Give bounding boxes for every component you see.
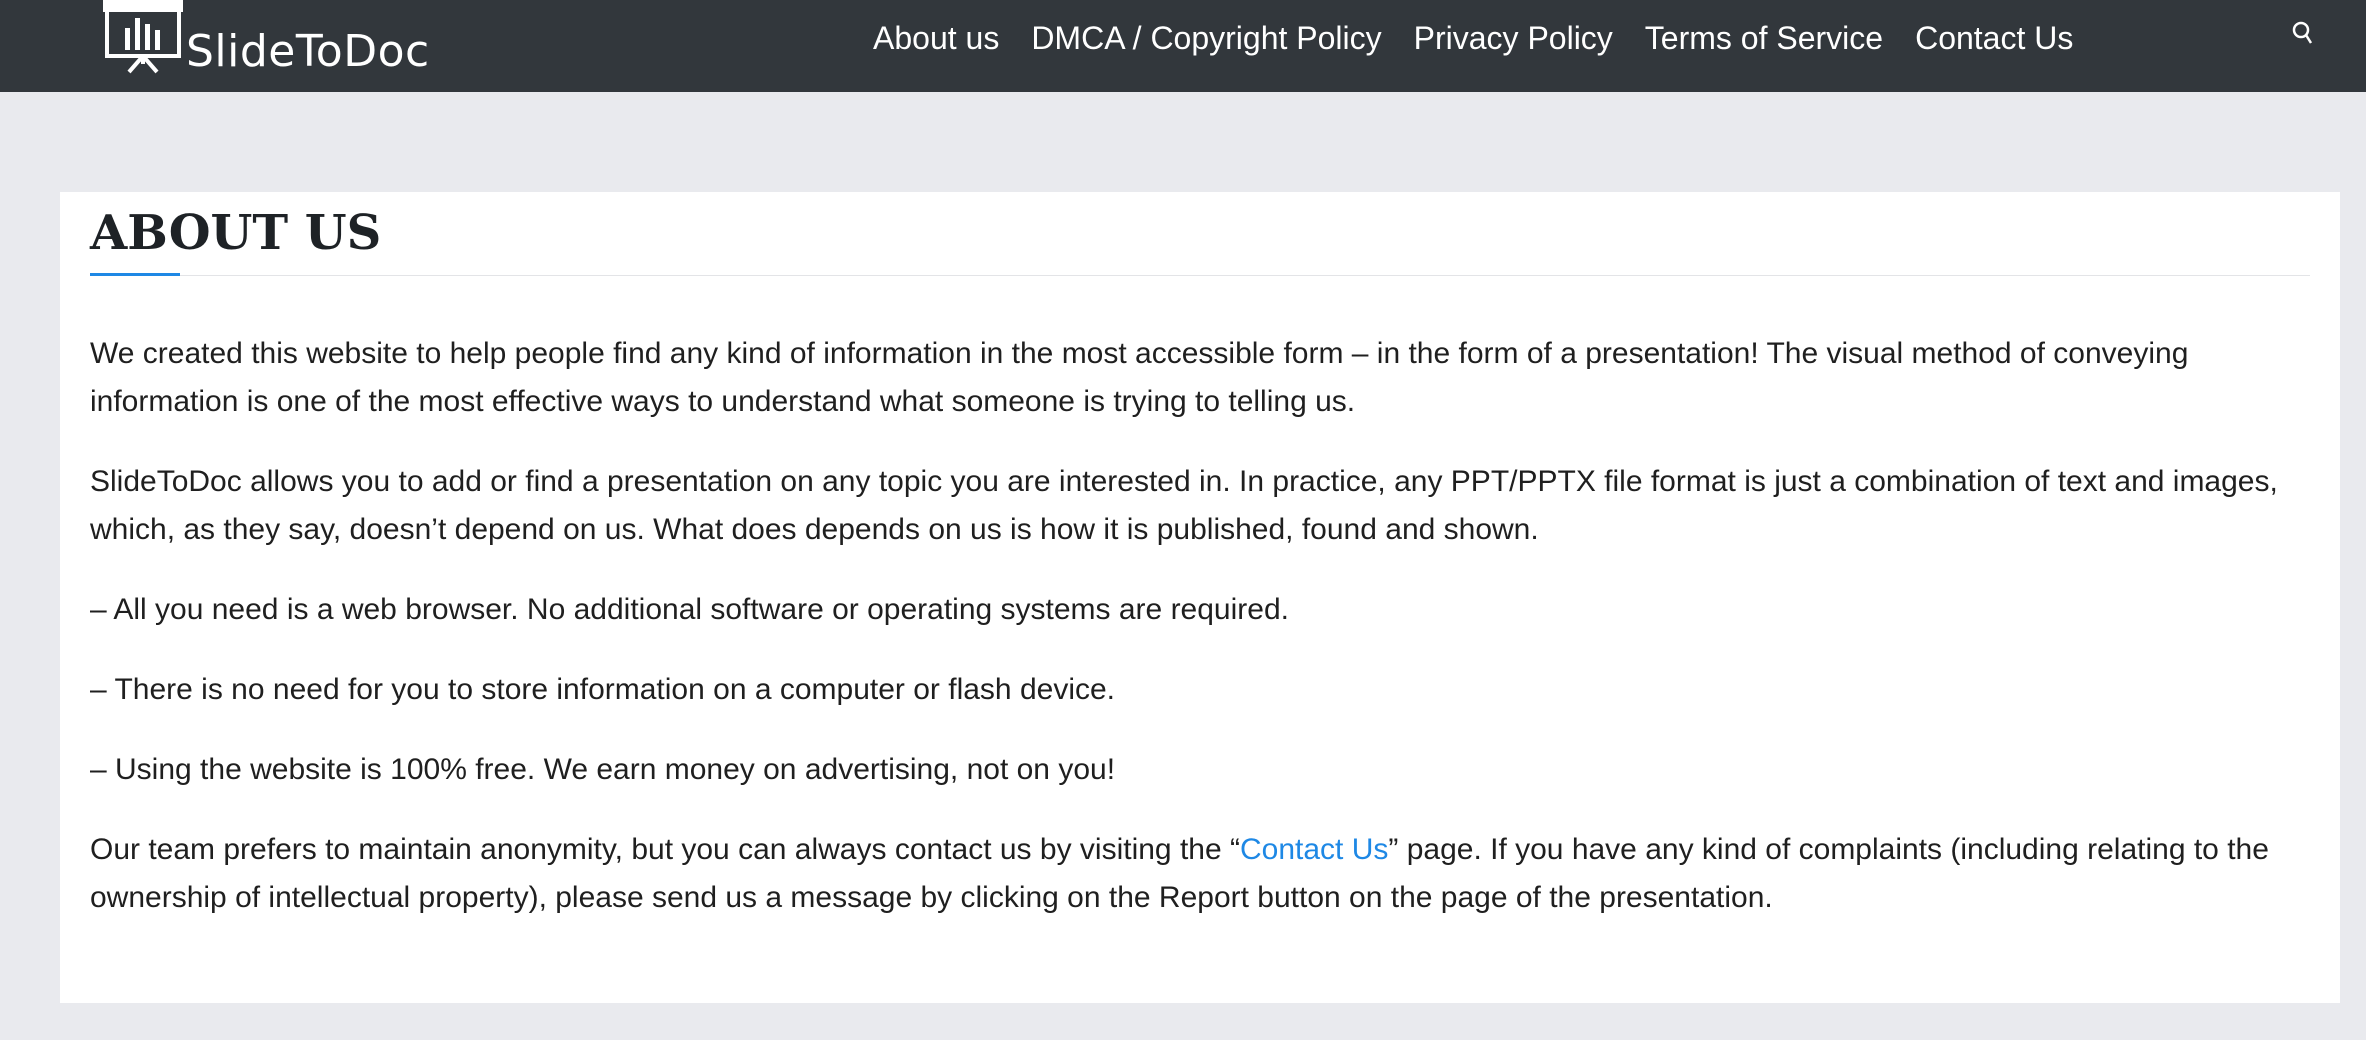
presentation-board-icon xyxy=(103,0,183,74)
title-divider xyxy=(90,275,2310,276)
nav-privacy-policy[interactable]: Privacy Policy xyxy=(1414,0,1613,76)
page-title: ABOUT US xyxy=(90,205,382,261)
slidetodoc-paragraph: SlideToDoc allows you to add or find a p… xyxy=(90,465,2278,546)
nav-contact-us[interactable]: Contact Us xyxy=(1915,0,2073,76)
title-accent-bar xyxy=(90,273,180,276)
contact-paragraph: Our team prefers to maintain anonymity, … xyxy=(90,826,2310,922)
bullet-browser: – All you need is a web browser. No addi… xyxy=(90,593,1289,626)
bullet-storage: – There is no need for you to store info… xyxy=(90,673,1116,706)
main-nav: About us DMCA / Copyright Policy Privacy… xyxy=(873,0,2105,76)
search-icon xyxy=(2292,21,2313,44)
site-logo[interactable]: SlideToDoc xyxy=(103,0,483,92)
contact-text-before: Our team prefers to maintain anonymity, … xyxy=(90,833,1240,866)
logo-text: SlideToDoc xyxy=(186,26,430,77)
intro-paragraph: We created this website to help people f… xyxy=(90,337,2189,418)
site-header: SlideToDoc About us DMCA / Copyright Pol… xyxy=(0,0,2366,92)
nav-about-us[interactable]: About us xyxy=(873,0,999,76)
bullet-free: – Using the website is 100% free. We ear… xyxy=(90,753,1116,786)
nav-dmca-copyright-policy[interactable]: DMCA / Copyright Policy xyxy=(1031,0,1381,76)
nav-terms-of-service[interactable]: Terms of Service xyxy=(1645,0,1883,76)
search-button[interactable] xyxy=(2288,18,2318,58)
about-content: We created this website to help people f… xyxy=(90,330,2310,954)
content-card: ABOUT US We created this website to help… xyxy=(60,192,2340,1003)
contact-us-link[interactable]: Contact Us xyxy=(1240,833,1388,866)
